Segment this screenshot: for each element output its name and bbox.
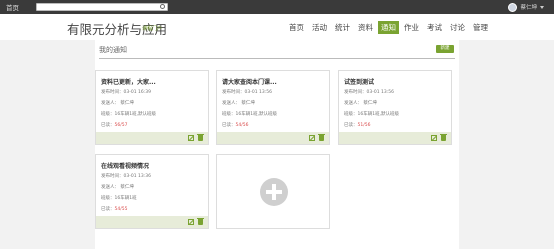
notice-class: 班级：16车辆1班,默认班级 <box>222 112 278 117</box>
course-nav: 首页 活动 统计 资料 通知 作业 考试 讨论 管理 <box>286 21 493 34</box>
notice-title[interactable]: 请大家查阅本门课... <box>222 77 277 86</box>
search-icon[interactable] <box>160 4 165 9</box>
trash-icon[interactable] <box>197 218 204 225</box>
notice-read-count[interactable]: 54/55 <box>115 207 128 212</box>
card-footer <box>96 216 208 228</box>
search-input[interactable] <box>36 3 168 11</box>
edit-icon[interactable] <box>309 135 315 141</box>
notice-sender: 发送人： 蔡仁坤 <box>344 101 377 106</box>
notice-time: 发布时间：03-01 13:56 <box>222 90 272 95</box>
trash-icon[interactable] <box>440 134 447 141</box>
nav-item-activity[interactable]: 活动 <box>309 21 330 34</box>
plus-icon[interactable] <box>260 178 288 206</box>
nav-item-notices[interactable]: 通知 <box>378 21 399 34</box>
notice-read-label: 已读： <box>344 123 358 128</box>
nav-item-materials[interactable]: 资料 <box>355 21 376 34</box>
notice-card[interactable]: 试签到测试 发布时间：03-01 13:56 发送人： 蔡仁坤 班级：16车辆1… <box>338 70 452 145</box>
notice-read: 已读：54/55 <box>101 206 127 212</box>
nav-item-exam[interactable]: 考试 <box>424 21 445 34</box>
trash-icon[interactable] <box>318 134 325 141</box>
notice-read: 已读：51/56 <box>344 122 370 128</box>
card-footer <box>217 132 329 144</box>
notice-read: 已读：54/56 <box>222 122 248 128</box>
user-menu[interactable]: 蔡仁坤 <box>508 2 544 12</box>
trash-icon[interactable] <box>197 134 204 141</box>
notice-card[interactable]: 请大家查阅本门课... 发布时间：03-01 13:56 发送人： 蔡仁坤 班级… <box>216 70 330 145</box>
notice-time: 发布时间：03-01 16:39 <box>101 90 151 95</box>
page-title: 我的通知 <box>99 46 127 54</box>
notice-sender: 发送人： 蔡仁坤 <box>101 101 134 106</box>
notice-title[interactable]: 资料已更新，大家... <box>101 77 156 86</box>
notice-card[interactable]: 资料已更新，大家... 发布时间：03-01 16:39 发送人： 蔡仁坤 班级… <box>95 70 209 145</box>
chevron-down-icon[interactable] <box>540 5 544 9</box>
edit-icon[interactable] <box>188 135 194 141</box>
notice-read-label: 已读： <box>222 123 236 128</box>
edit-icon[interactable] <box>431 135 437 141</box>
notice-sender: 发送人： 蔡仁坤 <box>101 185 134 190</box>
notice-read-count[interactable]: 54/56 <box>236 123 249 128</box>
course-header: 有限元分析与应用 课程门户 首页 活动 统计 资料 通知 作业 考试 讨论 管理 <box>0 14 554 40</box>
nav-item-homework[interactable]: 作业 <box>401 21 422 34</box>
notice-class: 班级：16车辆1班,默认班级 <box>101 112 157 117</box>
notice-sender: 发送人： 蔡仁坤 <box>222 101 255 106</box>
notice-read-label: 已读： <box>101 123 115 128</box>
notices-panel: 我的通知 新建 资料已更新，大家... 发布时间：03-01 16:39 发送人… <box>95 40 459 249</box>
notice-read-count[interactable]: 56/57 <box>115 123 128 128</box>
new-notice-button[interactable]: 新建 <box>436 45 454 53</box>
notice-title[interactable]: 试签到测试 <box>344 77 374 86</box>
notice-title[interactable]: 在线观看视频情况 <box>101 161 149 170</box>
top-bar: 首页 蔡仁坤 <box>0 0 554 14</box>
edit-icon[interactable] <box>188 219 194 225</box>
nav-item-stats[interactable]: 统计 <box>332 21 353 34</box>
notice-card[interactable]: 在线观看视频情况 发布时间：03-01 13:36 发送人： 蔡仁坤 班级：16… <box>95 154 209 229</box>
card-footer <box>339 132 451 144</box>
avatar[interactable] <box>508 2 518 12</box>
add-notice-card[interactable] <box>216 154 330 229</box>
course-portal-link[interactable]: 课程门户 <box>142 25 162 32</box>
notice-read: 已读：56/57 <box>101 122 127 128</box>
notice-read-count[interactable]: 51/56 <box>358 123 371 128</box>
nav-item-manage[interactable]: 管理 <box>470 21 491 34</box>
nav-item-home[interactable]: 首页 <box>286 21 307 34</box>
notice-time: 发布时间：03-01 13:36 <box>101 174 151 179</box>
notice-time: 发布时间：03-01 13:56 <box>344 90 394 95</box>
notice-class: 班级：16车辆1班,默认班级 <box>344 112 400 117</box>
nav-item-discussion[interactable]: 讨论 <box>447 21 468 34</box>
divider <box>99 58 455 59</box>
notice-read-label: 已读： <box>101 207 115 212</box>
home-link[interactable]: 首页 <box>6 2 19 12</box>
username[interactable]: 蔡仁坤 <box>520 3 537 11</box>
notice-class: 班级：16车辆1班 <box>101 196 137 201</box>
card-footer <box>96 132 208 144</box>
